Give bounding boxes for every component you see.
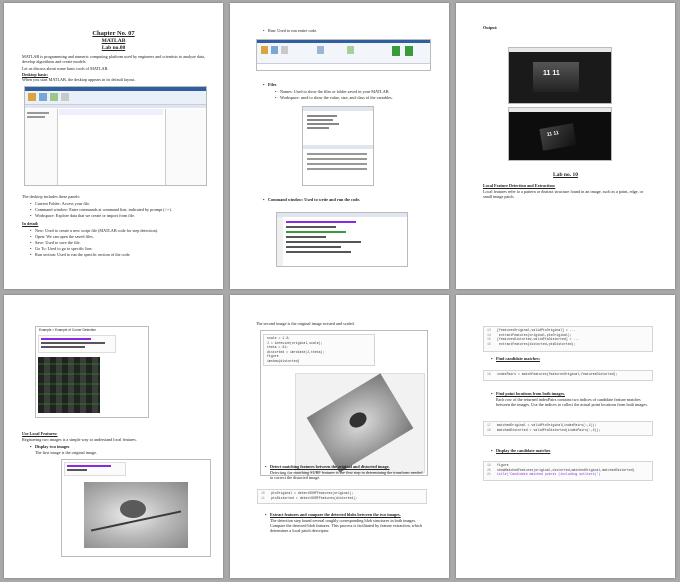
- detail-item-open: Open: We can open the saved files.: [30, 234, 94, 239]
- line-number: 21: [487, 472, 491, 477]
- output-label: Output:: [483, 25, 498, 30]
- desktop-text: When you start MATLAB, the desktop appea…: [22, 77, 136, 82]
- local-features-text: Registering two images is a simple way t…: [22, 437, 137, 442]
- display-matches-bullet: Display the candidate matches: [491, 448, 550, 453]
- output-image-1: 11 11: [508, 47, 612, 104]
- show-matched-code: 19 figure 20 showMatchedFeatures(original,…: [483, 461, 653, 481]
- files-heading: Files: [263, 82, 277, 87]
- code-line: title('Candidate matched points (includi…: [497, 472, 601, 477]
- command-window-item: Command window: Used to write and run th…: [263, 197, 360, 202]
- document-page-3: Output: 11 11 11 11 Lab no. 10 Local Fea…: [456, 3, 675, 289]
- code-line: [featuresOriginal,validPtsOriginal] = ..…: [497, 328, 576, 332]
- point-locations-text: Each row of the returned indexPairs cont…: [496, 397, 648, 408]
- detail-item-goto: Go To: Used to go to specific line.: [30, 246, 93, 251]
- code-line: [featuresDistorted,validPtsDistorted] = …: [497, 337, 580, 342]
- code-line: showMatchedFeatures(original,distorted,m…: [497, 467, 635, 472]
- feature-detection-text: Local features refer to a pattern or dis…: [483, 189, 644, 200]
- code-line: indexPairs = matchFeatures(featuresOrigi…: [497, 372, 618, 376]
- panel-item-current-folder: Current Folder: Access your file.: [30, 201, 90, 206]
- detect-matching-text: Detecting the matching SURF features is …: [270, 470, 423, 481]
- candidate-matches-bullet: Find candidate matches:: [491, 356, 540, 361]
- document-page-5: The second image is the original image t…: [230, 295, 449, 578]
- bird-image-screenshot: [61, 459, 211, 557]
- display-images-bullet: Display two images: [30, 444, 70, 449]
- corner-detection-screenshot: Example > Example of Corner Detection: [35, 326, 149, 418]
- detail-item-run-section: Run section: Used to run the specific se…: [30, 252, 131, 257]
- extract-features-text: The detection step found several roughly…: [270, 518, 423, 534]
- document-page-2: Run: Used to run entire code. Files Name…: [230, 3, 449, 289]
- code-line: matchedOriginal = validPtsOriginal(index…: [497, 423, 597, 427]
- distortion-code-block: scale = 1.3; J = imresize(original,scale…: [263, 334, 375, 366]
- code-line: imshow(distorted): [267, 358, 300, 363]
- code-line: extractFeatures(original,ptsOriginal);: [497, 332, 572, 337]
- intro-paragraph-2: Let us discuss about some basic tools of…: [22, 66, 109, 71]
- point-locations-bullet: Find point locations from both images.: [491, 391, 565, 396]
- display-images-text: The first image is the original image.: [35, 450, 97, 455]
- subject-title: MATLAB: [101, 38, 126, 44]
- corner-window-title: Example > Example of Corner Detection: [39, 328, 96, 332]
- run-item: Run: Used to run entire code.: [263, 28, 317, 33]
- extract-features-bullet: Extract features and compare the detecte…: [265, 512, 401, 517]
- code-line: matchedDistorted = validPtsDistorted(ind…: [497, 427, 601, 432]
- document-page-4: Example > Example of Corner Detection Us…: [4, 295, 223, 578]
- document-page-6: 13 [featuresOriginal,validPtsOriginal] = …: [456, 295, 675, 578]
- distorted-code-and-image: scale = 1.3; J = imresize(original,scale…: [260, 330, 428, 476]
- lab-10-heading: Lab no. 10: [553, 172, 578, 178]
- matlab-desktop-screenshot: [24, 86, 207, 186]
- distorted-intro: The second image is the original image t…: [256, 321, 355, 326]
- local-features-heading: Use Local Features:: [22, 431, 58, 436]
- clock-text-1: 11 11: [543, 70, 560, 77]
- panel-item-command-window: Command window: Enter commands at comman…: [30, 207, 172, 212]
- files-item-workspace: Workspace: used to show the value, size,…: [275, 95, 393, 100]
- match-features-code: 18 indexPairs = matchFeatures(featuresOri…: [483, 370, 653, 381]
- code-line: figure: [497, 463, 509, 467]
- detail-heading: In detail:: [22, 221, 39, 226]
- panels-intro: The desktop includes these panels:: [22, 194, 81, 199]
- detail-item-new: New: Used to create a new script file (M…: [30, 228, 158, 233]
- extract-features-code: 13 [featuresOriginal,validPtsOriginal] = …: [483, 326, 653, 352]
- line-number: 16: [487, 341, 491, 346]
- files-item-names: Names: Used to show the files or folder …: [275, 89, 390, 94]
- line-number: 18: [487, 372, 491, 376]
- code-line: ptsOriginal = detectSURFFeatures(origina…: [271, 491, 354, 495]
- output-image-2: 11 11: [508, 107, 612, 161]
- document-page-1: Chapter No. 07 MATLAB Lab no.08 MATLAB i…: [4, 3, 223, 289]
- surf-detection-code: 10 ptsOriginal = detectSURFFeatures(origi…: [257, 489, 427, 504]
- feature-detection-heading: Local Feature Detection and Extraction:: [483, 183, 556, 188]
- code-line: ptsDistorted = detectSURFFeatures(distor…: [271, 495, 358, 500]
- lab-title: Lab no.08: [101, 45, 126, 51]
- files-panel-screenshot: [302, 106, 374, 186]
- detect-matching-bullet: Detect matching features between the ori…: [265, 464, 390, 469]
- line-number: 18: [487, 427, 491, 432]
- chapter-title: Chapter No. 07: [92, 30, 135, 37]
- matched-points-code: 17 matchedOriginal = validPtsOriginal(ind…: [483, 421, 653, 436]
- command-window-screenshot: [276, 212, 408, 267]
- code-line: extractFeatures(distorted,ptsDistorted);: [497, 341, 576, 346]
- panel-item-workspace: Workspace: Explore data that we create o…: [30, 213, 135, 218]
- line-number: 11: [261, 495, 265, 500]
- detail-item-save: Save: Used to save the file.: [30, 240, 81, 245]
- intro-paragraph: MATLAB is programming and numeric comput…: [22, 54, 205, 65]
- matlab-toolbar-screenshot: [256, 39, 431, 71]
